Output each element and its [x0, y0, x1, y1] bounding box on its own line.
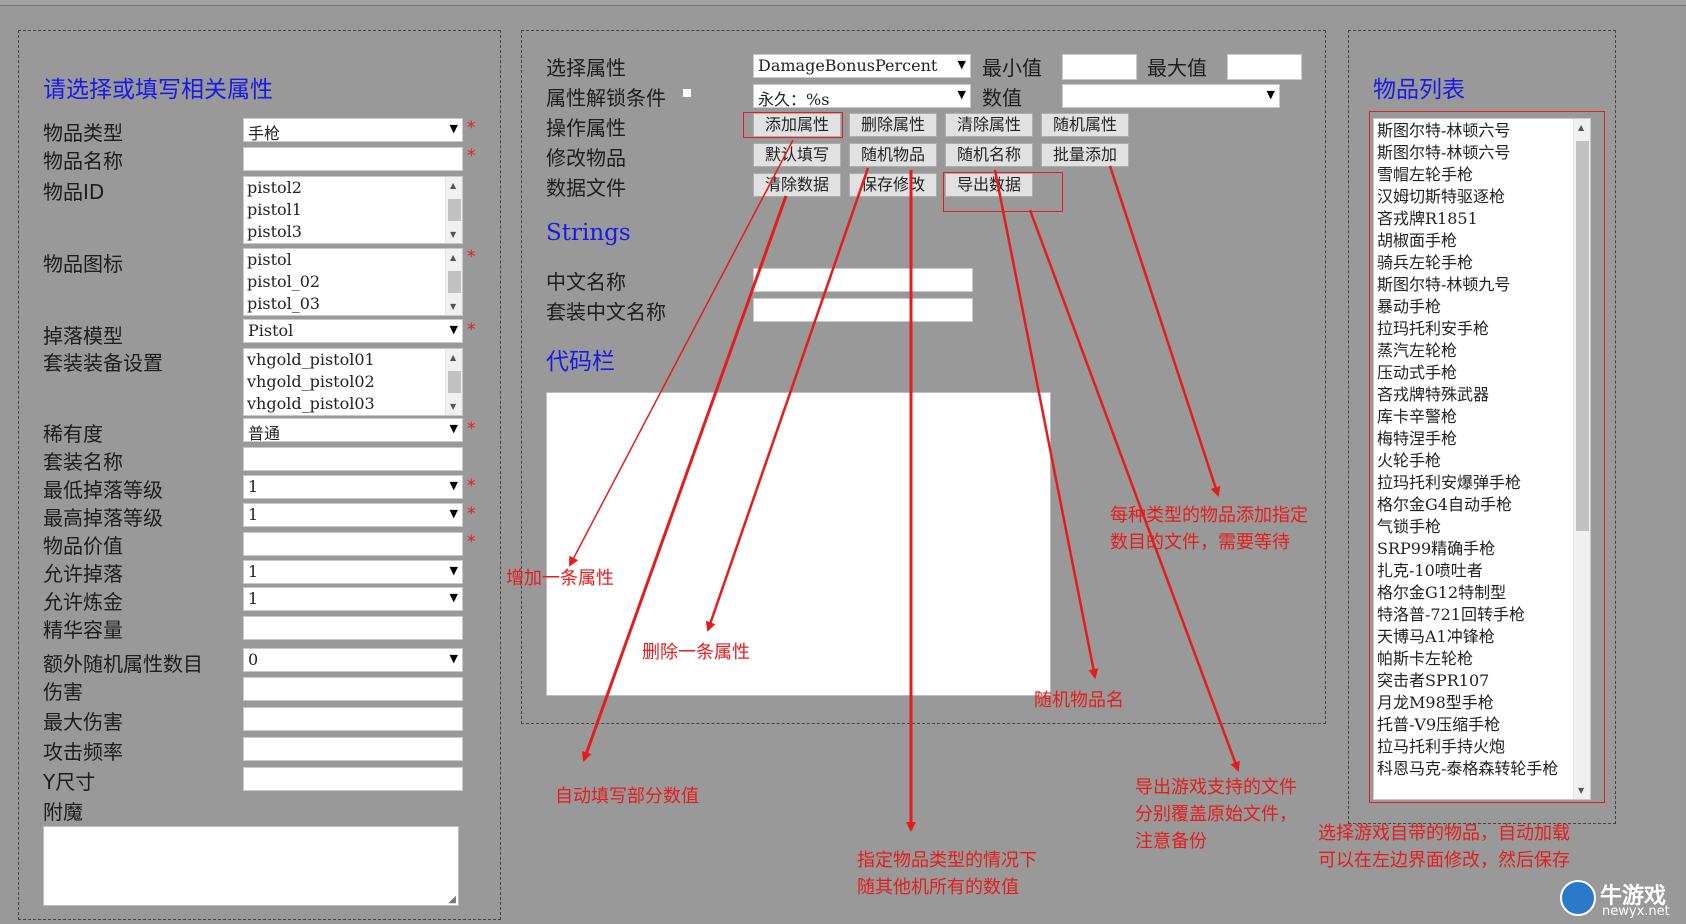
note-batch-2: 数目的文件，需要等待: [1110, 532, 1290, 553]
logo-icon: [1560, 880, 1596, 916]
note-auto-fill: 自动填写部分数值: [555, 786, 699, 807]
note-random-others-1: 指定物品类型的情况下: [857, 850, 1037, 871]
note-random-item-name: 随机物品名: [1034, 690, 1124, 711]
arrow-export: [1028, 209, 1240, 772]
arrow-add-attr: [569, 139, 794, 567]
watermark-logo: 牛游戏 newyx.net: [1560, 876, 1686, 924]
arrow-batch-add: [1108, 165, 1221, 497]
note-select-2: 可以在左边界面修改，然后保存: [1318, 850, 1570, 871]
note-delete-attr: 删除一条属性: [642, 642, 750, 663]
note-export-2: 分别覆盖原始文件，: [1135, 804, 1297, 825]
arrow-random-name: [993, 169, 1099, 679]
logo-url: newyx.net: [1602, 904, 1670, 919]
note-random-others-2: 随其他机所有的数值: [857, 877, 1019, 898]
note-export-1: 导出游戏支持的文件: [1135, 777, 1297, 798]
arrow-auto-fill: [581, 195, 788, 762]
note-add-attr: 增加一条属性: [506, 568, 614, 589]
annotation-arrows: [569, 139, 1240, 832]
note-export-3: 注意备份: [1135, 831, 1207, 852]
arrow-delete-attr: [705, 167, 870, 632]
note-select-1: 选择游戏自带的物品，自动加载: [1318, 823, 1570, 844]
note-batch-1: 每种类型的物品添加指定: [1110, 505, 1308, 526]
